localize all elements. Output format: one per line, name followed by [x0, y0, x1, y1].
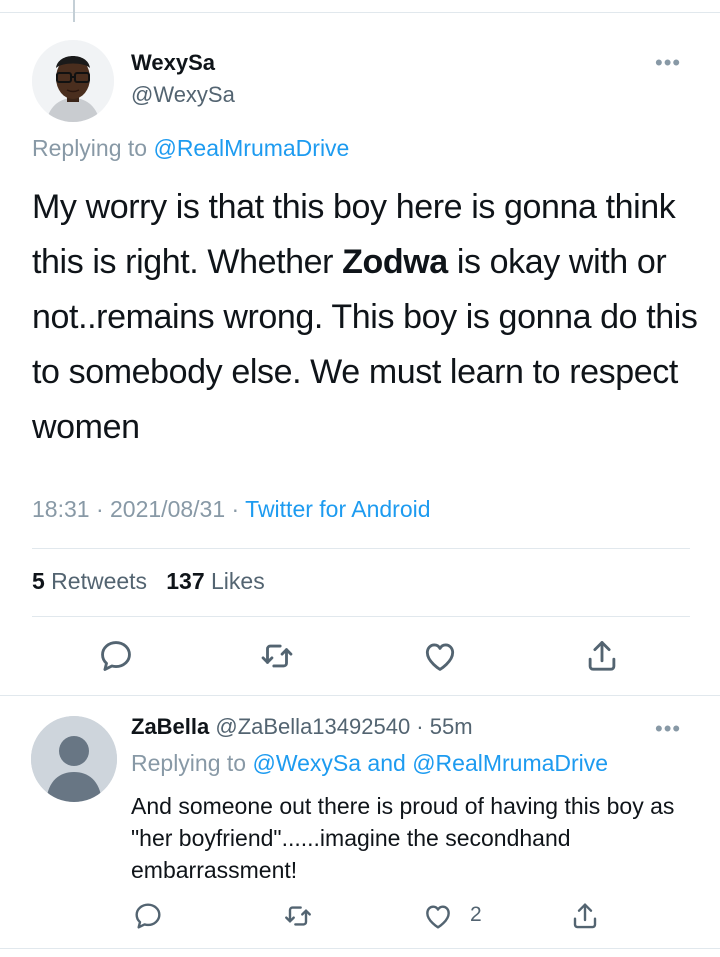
retweet-icon — [285, 906, 311, 926]
retweet-icon — [261, 644, 293, 668]
retweets-stat[interactable]: 5 Retweets — [32, 568, 147, 594]
more-options-icon[interactable]: ••• — [655, 716, 681, 742]
avatar[interactable] — [32, 40, 114, 122]
retweets-label: Retweets — [44, 568, 148, 594]
tweet-separator — [0, 695, 720, 696]
reply-display-name[interactable]: ZaBella — [131, 714, 209, 739]
reply-button[interactable] — [94, 634, 138, 678]
meta-separator: · — [89, 496, 111, 522]
replying-prefix: Replying to — [32, 135, 154, 161]
tweet-text-bold: Zodwa — [342, 243, 448, 281]
reply-button[interactable] — [126, 894, 170, 938]
display-name[interactable]: WexySa — [131, 50, 215, 76]
like-button[interactable] — [416, 894, 460, 938]
retweet-button[interactable] — [255, 634, 299, 678]
tweet-date: 2021/08/31 — [110, 496, 226, 522]
replying-to-link[interactable]: @RealMrumaDrive — [153, 135, 349, 161]
divider — [32, 548, 690, 549]
replying-prefix: Replying to — [131, 750, 253, 776]
share-icon — [588, 641, 616, 671]
replying-and: and — [361, 750, 413, 776]
profile-photo-icon — [32, 40, 114, 122]
like-icon — [425, 643, 455, 671]
reply-like-count: 2 — [470, 903, 482, 926]
more-options-icon[interactable]: ••• — [655, 50, 681, 76]
user-handle[interactable]: @WexySa — [131, 82, 235, 108]
divider — [32, 616, 690, 617]
reply-handle-time[interactable]: @ZaBella13492540 · 55m — [209, 714, 472, 739]
reply-icon — [101, 641, 131, 671]
reply-header: ZaBella @ZaBella13492540 · 55m — [131, 714, 473, 740]
top-divider — [0, 12, 720, 13]
likes-label: Likes — [204, 568, 265, 594]
tweet-source-link[interactable]: Twitter for Android — [245, 496, 430, 522]
meta-separator: · — [225, 496, 246, 522]
engagement-stats: 5 Retweets 137 Likes — [32, 568, 265, 595]
thread-connector-line — [73, 0, 75, 22]
retweets-count: 5 — [32, 568, 45, 594]
reply-text: And someone out there is proud of having… — [131, 793, 675, 883]
avatar[interactable] — [31, 716, 117, 802]
likes-count: 137 — [166, 568, 205, 594]
bottom-divider — [0, 948, 720, 949]
likes-stat[interactable]: 137 Likes — [166, 568, 264, 594]
replying-to-line: Replying to @WexySa and @RealMrumaDrive — [131, 750, 608, 777]
share-button[interactable] — [580, 634, 624, 678]
retweet-button[interactable] — [276, 894, 320, 938]
reply-icon — [135, 903, 161, 929]
replying-to-line: Replying to @RealMrumaDrive — [32, 135, 349, 162]
share-icon — [573, 903, 597, 929]
like-button[interactable] — [418, 634, 462, 678]
like-icon — [426, 905, 450, 929]
replying-to-link[interactable]: @RealMrumaDrive — [412, 750, 608, 776]
share-button[interactable] — [563, 894, 607, 938]
tweet-time: 18:31 — [32, 496, 90, 522]
tweet-meta: 18:31 · 2021/08/31 · Twitter for Android — [32, 496, 431, 523]
default-profile-icon — [31, 716, 117, 802]
replying-to-link[interactable]: @WexySa — [252, 750, 361, 776]
tweet-text: My worry is that this boy here is gonna … — [32, 180, 702, 455]
